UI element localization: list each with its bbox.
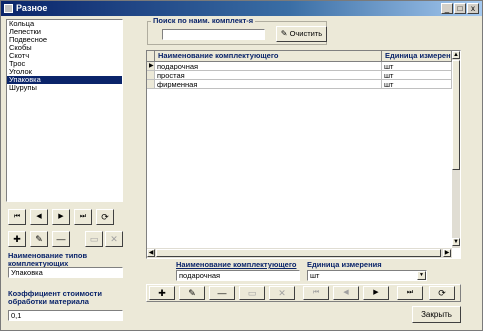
delete-type-button[interactable]: — [52,231,70,247]
clear-search-button[interactable]: ✎ Очистить [276,26,327,42]
cell-name[interactable]: простая [155,71,382,80]
components-table[interactable]: Наименование комплектующего Единица изме… [146,50,461,259]
table-row[interactable]: ▶ подарочная шт [147,62,452,71]
close-window-button[interactable]: x [467,3,479,14]
app-icon [4,4,13,13]
types-list[interactable]: Кольца Лепестки Подвесное Скобы Скотч Трос Уго… [6,19,123,202]
cancel-item-button[interactable]: ✕ [269,286,295,300]
cell-unit[interactable]: шт [382,71,452,80]
vertical-scroll-thumb[interactable] [452,60,460,170]
unit-select[interactable]: шт ▼ [307,270,427,281]
refresh-button[interactable]: ⟳ [96,209,114,225]
next-item-button[interactable]: ▶ [363,286,389,300]
title-bar[interactable]: Разное _ □ x [1,1,482,16]
save-type-button[interactable]: ▭ [85,231,103,247]
unit-select-value: шт [310,271,320,280]
coefficient-label: Коэффициент стоимости обработки материал… [8,289,102,306]
chevron-down-icon[interactable]: ▼ [417,271,426,280]
edit-type-button[interactable]: ✎ [30,231,48,247]
cancel-type-button[interactable]: ✕ [105,231,123,247]
close-button[interactable]: Закрыть [412,306,461,323]
edit-item-button[interactable]: ✎ [179,286,205,300]
column-header-unit[interactable]: Единица измерения [382,51,452,62]
first-record-button[interactable]: ⏮ [8,209,26,225]
row-indicator[interactable]: ▶ [147,62,155,71]
column-header-name[interactable]: Наименование комплектующего [155,51,382,62]
next-record-button[interactable]: ▶ [52,209,70,225]
search-label: Поиск по наим. комплект-я [151,16,256,25]
delete-item-button[interactable]: — [209,286,235,300]
prev-item-button[interactable]: ◀ [333,286,359,300]
row-indicator-header [147,51,155,62]
maximize-button[interactable]: □ [454,3,466,14]
refresh-items-button[interactable]: ⟳ [429,286,455,300]
scroll-down-arrow[interactable]: ▼ [452,238,460,246]
search-input[interactable] [162,29,265,40]
last-record-button[interactable]: ⏭ [74,209,92,225]
cell-name[interactable]: подарочная [155,62,382,71]
scroll-right-arrow[interactable]: ▶ [443,249,451,257]
type-name-label: Наименование типов комплектующих [8,251,88,268]
row-indicator[interactable] [147,71,155,80]
coefficient-field[interactable]: 0,1 [8,310,123,321]
clear-button-label: Очистить [289,29,323,38]
scroll-left-arrow[interactable]: ◀ [147,249,155,257]
table-row[interactable]: простая шт [147,71,452,80]
scroll-up-arrow[interactable]: ▲ [452,51,460,59]
window-title: Разное [16,3,48,13]
row-indicator[interactable] [147,80,155,89]
list-item[interactable]: Шурупы [7,84,122,92]
main-window: Разное _ □ x Кольца Лепестки Подвесное Скоб… [0,0,483,331]
last-item-button[interactable]: ⏭ [397,286,423,300]
cell-unit[interactable]: шт [382,62,452,71]
minimize-button[interactable]: _ [441,3,453,14]
first-item-button[interactable]: ⏮ [303,286,329,300]
detail-name-field[interactable]: подарочная [176,270,300,281]
save-item-button[interactable]: ▭ [239,286,265,300]
add-item-button[interactable]: ✚ [149,286,175,300]
horizontal-scroll-thumb[interactable] [156,249,441,257]
cell-name[interactable]: фирменная [155,80,382,89]
prev-record-button[interactable]: ◀ [30,209,48,225]
detail-unit-label: Единица измерения [307,260,382,269]
clear-icon: ✎ [280,29,288,38]
type-name-field[interactable]: Упаковка [8,267,123,278]
detail-name-label: Наименование комплектующего [176,260,297,269]
add-type-button[interactable]: ✚ [8,231,26,247]
cell-unit[interactable]: шт [382,80,452,89]
table-row[interactable]: фирменная шт [147,80,452,89]
